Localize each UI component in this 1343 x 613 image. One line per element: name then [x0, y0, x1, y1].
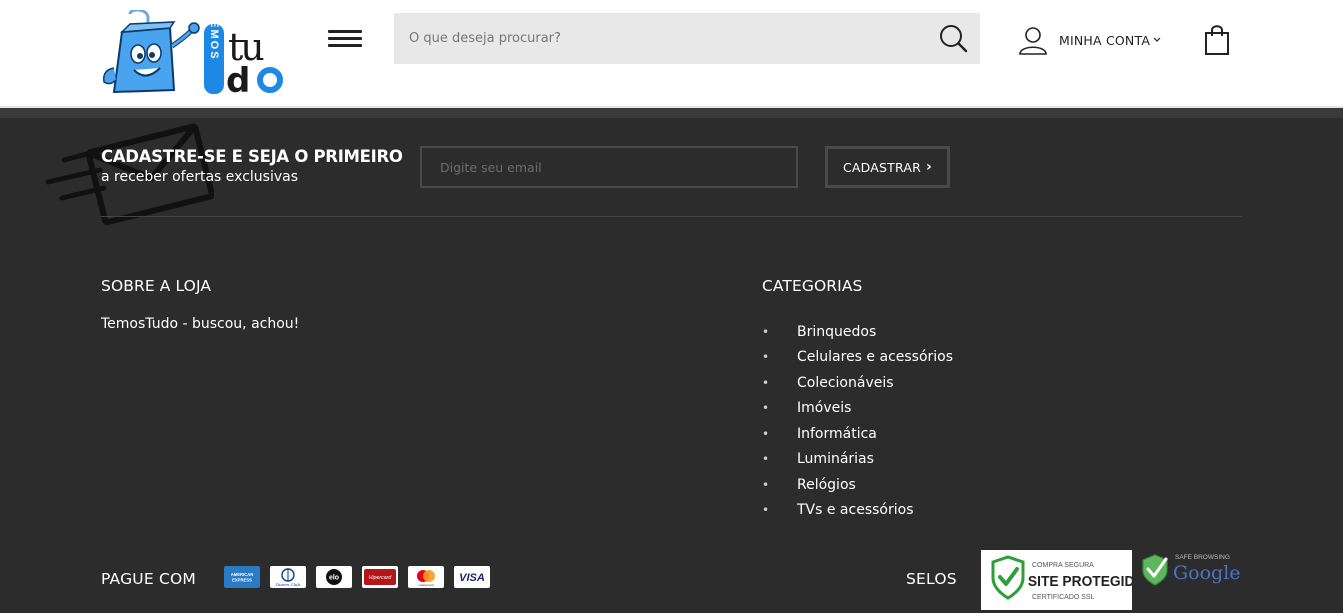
- category-link[interactable]: • Colecionáveis: [762, 370, 953, 396]
- bullet-icon: •: [762, 401, 770, 416]
- category-label: Relógios: [797, 476, 856, 493]
- svg-text:EXPRESS: EXPRESS: [232, 578, 252, 583]
- bullet-icon: •: [762, 452, 770, 467]
- payment-title: PAGUE COM: [101, 570, 196, 588]
- search-input[interactable]: [394, 13, 924, 64]
- search-icon[interactable]: [938, 23, 968, 53]
- ssl-seal[interactable]: COMPRA SEGURA SITE PROTEGIDO CERTIFICADO…: [981, 550, 1145, 610]
- menu-hamburger-button[interactable]: [326, 26, 364, 50]
- bullet-icon: •: [762, 350, 770, 365]
- bullet-icon: •: [762, 375, 770, 390]
- mastercard-text: mastercard: [418, 583, 433, 587]
- mastercard-icon: mastercard: [408, 566, 444, 588]
- google-line1: SAFE BROWSING: [1175, 554, 1230, 561]
- elo-icon: elo: [316, 566, 352, 588]
- category-label: Imóveis: [797, 400, 852, 417]
- header-divider: [0, 108, 1343, 118]
- ssl-line3: CERTIFICADO SSL: [1032, 594, 1095, 601]
- category-link[interactable]: • Luminárias: [762, 447, 953, 473]
- shopping-bag-icon[interactable]: [1202, 24, 1232, 56]
- category-label: Celulares e acessórios: [797, 349, 954, 366]
- elo-text: elo: [329, 575, 339, 582]
- category-label: Brinquedos: [797, 323, 877, 340]
- amex-icon: AMERICAN EXPRESS: [224, 566, 260, 588]
- categories-title: CATEGORIAS: [762, 277, 863, 295]
- diners-text: Diners Club: [276, 582, 301, 587]
- google-safe-browsing-seal[interactable]: SAFE BROWSING Google: [1140, 550, 1243, 590]
- svg-text:d: d: [226, 61, 248, 96]
- category-link[interactable]: • Celulares e acessórios: [762, 345, 953, 371]
- category-link[interactable]: • Informática: [762, 421, 953, 447]
- hipercard-icon: Hipercard: [362, 566, 398, 588]
- site-header: TEMOS tu d MINHA CONTA: [0, 0, 1343, 108]
- category-link[interactable]: • Brinquedos: [762, 319, 953, 345]
- category-label: Luminárias: [797, 451, 874, 468]
- logo-temos-text: TEMOS: [208, 11, 220, 60]
- google-line2: Google: [1173, 562, 1241, 584]
- newsletter-email-input[interactable]: [420, 146, 798, 188]
- category-link[interactable]: • Relógios: [762, 472, 953, 498]
- seals-title: SELOS: [906, 570, 957, 588]
- search-bar: [394, 13, 980, 64]
- account-label: MINHA CONTA: [1059, 32, 1151, 48]
- ssl-line1: COMPRA SEGURA: [1032, 562, 1094, 569]
- payment-cards: AMERICAN EXPRESS Diners Club elo Hipercar…: [224, 566, 490, 588]
- category-link[interactable]: • TVs e acessórios: [762, 498, 953, 524]
- category-label: Colecionáveis: [797, 374, 894, 391]
- diners-club-icon: Diners Club: [270, 566, 306, 588]
- about-text: TemosTudo - buscou, achou!: [101, 316, 300, 332]
- category-label: TVs e acessórios: [797, 502, 914, 519]
- bullet-icon: •: [762, 477, 770, 492]
- bullet-icon: •: [762, 324, 770, 339]
- amex-text: AMERICAN: [231, 572, 254, 577]
- visa-icon: VISA: [454, 566, 490, 588]
- hipercard-text: Hipercard: [369, 575, 393, 581]
- account-menu-button[interactable]: MINHA CONTA: [1017, 24, 1161, 56]
- about-title: SOBRE A LOJA: [101, 277, 212, 295]
- newsletter-submit-label: CADASTRAR: [842, 159, 922, 175]
- visa-text: VISA: [459, 572, 485, 584]
- newsletter-submit-button[interactable]: CADASTRAR ›: [825, 146, 950, 188]
- chevron-down-icon: [1153, 37, 1161, 42]
- footer-divider: [101, 216, 1242, 217]
- newsletter-title: CADASTRE-SE E SEJA O PRIMEIRO: [101, 147, 403, 166]
- category-label: Informática: [797, 425, 877, 442]
- category-link[interactable]: • Imóveis: [762, 396, 953, 422]
- newsletter-subtitle: a receber ofertas exclusivas: [101, 169, 298, 185]
- ssl-line2: SITE PROTEGIDO: [1028, 574, 1132, 591]
- chevron-right-icon: ›: [926, 159, 932, 175]
- logo[interactable]: TEMOS tu d: [100, 10, 285, 96]
- user-icon: [1019, 27, 1047, 55]
- categories-list: • Brinquedos • Celulares e acessórios • Col…: [762, 319, 953, 523]
- bullet-icon: •: [762, 503, 770, 518]
- bullet-icon: •: [762, 426, 770, 441]
